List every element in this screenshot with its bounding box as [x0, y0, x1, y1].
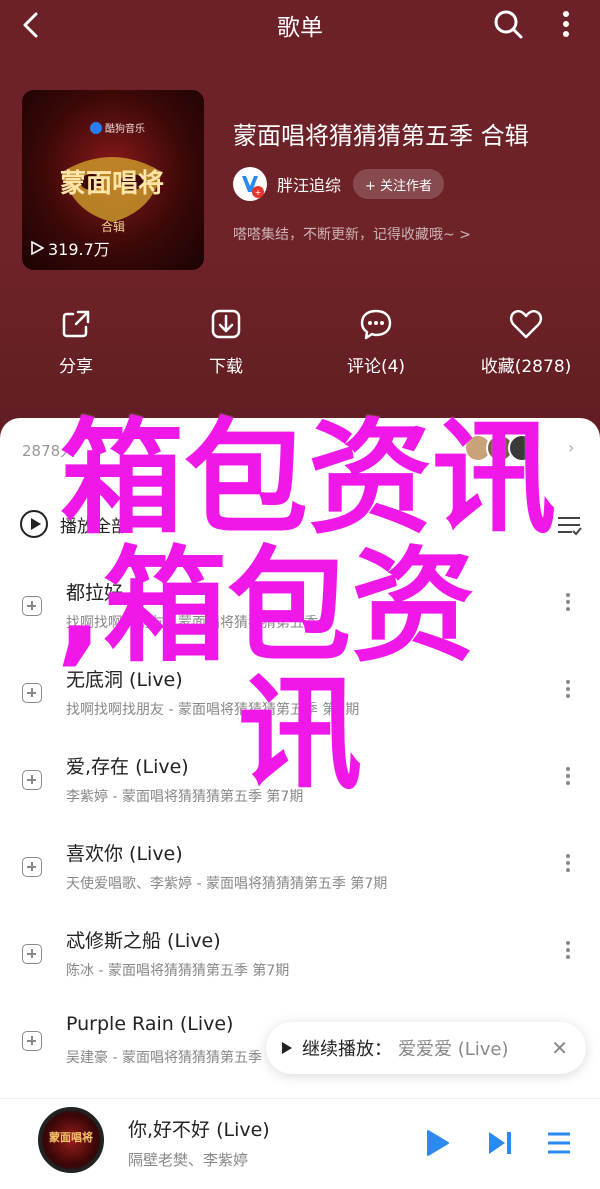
play-icon — [282, 1042, 292, 1054]
add-to-queue-icon[interactable] — [22, 1031, 42, 1051]
song-row[interactable]: 都拉好 找啊找啊找朋友 - 蒙面唱将猜猜猜第五季 — [0, 574, 600, 654]
download-icon — [211, 309, 241, 339]
play-all-button[interactable]: 播放全部 — [20, 510, 128, 538]
creator-row: + 胖汪追综 + 关注作者 — [233, 166, 445, 202]
play-all-label: 播放全部 — [60, 516, 128, 537]
svg-text:蒙面唱将: 蒙面唱将 — [60, 169, 164, 199]
add-to-queue-icon[interactable] — [22, 596, 42, 616]
now-playing-cover[interactable]: 蒙面唱将 — [38, 1107, 104, 1173]
song-artist-album: 找啊找啊找朋友 - 蒙面唱将猜猜猜第五季 第7期 — [66, 702, 360, 718]
listener-count: 2878人 — [22, 442, 76, 460]
creator-logo-icon: + — [234, 168, 266, 200]
player-cover-text: 蒙面唱将 — [49, 1131, 93, 1144]
more-options-icon[interactable] — [558, 938, 578, 968]
song-title: Purple Rain (Live) — [66, 1013, 234, 1035]
add-to-queue-icon[interactable] — [22, 683, 42, 703]
song-artist-album: 陈冰 - 蒙面唱将猜猜猜第五季 第7期 — [66, 963, 290, 979]
share-icon — [62, 310, 90, 338]
comment-label: 评论(4) — [346, 357, 406, 377]
song-artist-album: 吴建豪 - 蒙面唱将猜猜猜第五季 — [66, 1050, 262, 1066]
comment-button[interactable]: 评论(4) — [316, 306, 436, 377]
more-options-icon[interactable] — [558, 590, 578, 620]
song-row[interactable]: 爱,存在 (Live) 李紫婷 - 蒙面唱将猜猜猜第五季 第7期 — [0, 748, 600, 828]
download-label: 下载 — [209, 357, 243, 377]
download-button[interactable]: 下载 — [166, 306, 286, 377]
play-count-icon — [31, 241, 44, 255]
multi-select-icon[interactable] — [554, 510, 584, 540]
svg-text:+: + — [255, 188, 262, 197]
play-count: 319.7万 — [30, 236, 110, 260]
song-title: 喜欢你 (Live) — [66, 843, 183, 865]
song-row[interactable]: 忒修斯之船 (Live) 陈冰 - 蒙面唱将猜猜猜第五季 第7期 — [0, 922, 600, 1002]
playlist-queue-icon[interactable] — [546, 1129, 572, 1157]
search-icon[interactable] — [490, 6, 526, 42]
follow-author-button[interactable]: + 关注作者 — [353, 169, 445, 199]
song-title: 无底洞 (Live) — [66, 669, 183, 691]
playlist-title: 蒙面唱将猜猜猜第五季 合辑 — [233, 122, 529, 150]
creator-name[interactable]: 胖汪追综 — [277, 172, 341, 196]
playlist-description[interactable]: 嗒嗒集结，不断更新，记得收藏哦~ > — [233, 224, 471, 244]
chevron-right-icon[interactable]: › — [568, 438, 574, 457]
song-artist-album: 天使爱唱歌、李紫婷 - 蒙面唱将猜猜猜第五季 第7期 — [66, 876, 388, 892]
song-artist-album: 找啊找啊找朋友 - 蒙面唱将猜猜猜第五季 — [66, 615, 318, 631]
top-nav-bar: 歌单 — [0, 0, 600, 48]
song-title: 都拉好 — [66, 582, 124, 604]
more-options-icon[interactable] — [558, 764, 578, 794]
creator-avatar[interactable]: + — [233, 167, 267, 201]
song-title: 忒修斯之船 (Live) — [66, 930, 221, 952]
song-title: 爱,存在 (Live) — [66, 756, 189, 778]
cover-label: 合辑 — [100, 220, 125, 234]
play-count-value: 319.7万 — [48, 240, 110, 259]
more-options-icon[interactable] — [558, 851, 578, 881]
close-icon[interactable]: ✕ — [551, 1036, 568, 1060]
add-to-queue-icon[interactable] — [22, 770, 42, 790]
now-playing-artist: 隔壁老樊、李紫婷 — [128, 1151, 249, 1169]
mini-player[interactable]: 蒙面唱将 你,好不好 (Live) 隔壁老樊、李紫婷 — [0, 1098, 600, 1189]
toast-label: 继续播放： — [302, 1039, 392, 1060]
toast-song: 爱爱爱 (Live) — [398, 1039, 509, 1060]
next-track-icon[interactable] — [486, 1129, 514, 1157]
action-bar: 分享 下载 评论(4) 收藏(2878) — [0, 306, 600, 386]
favorite-button[interactable]: 收藏(2878) — [466, 306, 586, 377]
add-to-queue-icon[interactable] — [22, 857, 42, 877]
song-row[interactable]: 无底洞 (Live) 找啊找啊找朋友 - 蒙面唱将猜猜猜第五季 第7期 — [0, 661, 600, 741]
song-artist-album: 李紫婷 - 蒙面唱将猜猜猜第五季 第7期 — [66, 789, 304, 805]
share-label: 分享 — [59, 357, 93, 377]
play-circle-icon — [20, 510, 48, 538]
more-vertical-icon[interactable] — [548, 6, 584, 42]
continue-playing-toast[interactable]: 继续播放： 爱爱爱 (Live) ✕ — [266, 1022, 586, 1074]
add-to-queue-icon[interactable] — [22, 944, 42, 964]
playlist-header: 歌单 酷狗音乐 蒙面唱将 合辑 319.7万 蒙面唱将猜猜猜第五季 合辑 + 胖… — [0, 0, 600, 460]
song-row[interactable]: 喜欢你 (Live) 天使爱唱歌、李紫婷 - 蒙面唱将猜猜猜第五季 第7期 — [0, 835, 600, 915]
share-button[interactable]: 分享 — [16, 306, 136, 377]
play-icon[interactable] — [426, 1129, 450, 1157]
now-playing-title: 你,好不好 (Live) — [128, 1119, 270, 1141]
heart-icon — [509, 309, 543, 339]
more-options-icon[interactable] — [558, 677, 578, 707]
cover-brand-logo: 酷狗音乐 — [90, 120, 145, 135]
playlist-cover[interactable]: 酷狗音乐 蒙面唱将 合辑 319.7万 — [22, 90, 204, 270]
cover-logo-text: 酷狗音乐 — [105, 124, 145, 135]
kugou-logo-icon — [90, 121, 102, 134]
comment-icon — [360, 309, 392, 340]
listener-avatars[interactable] — [464, 434, 536, 462]
listener-avatar — [508, 434, 536, 462]
favorite-label: 收藏(2878) — [480, 357, 572, 377]
